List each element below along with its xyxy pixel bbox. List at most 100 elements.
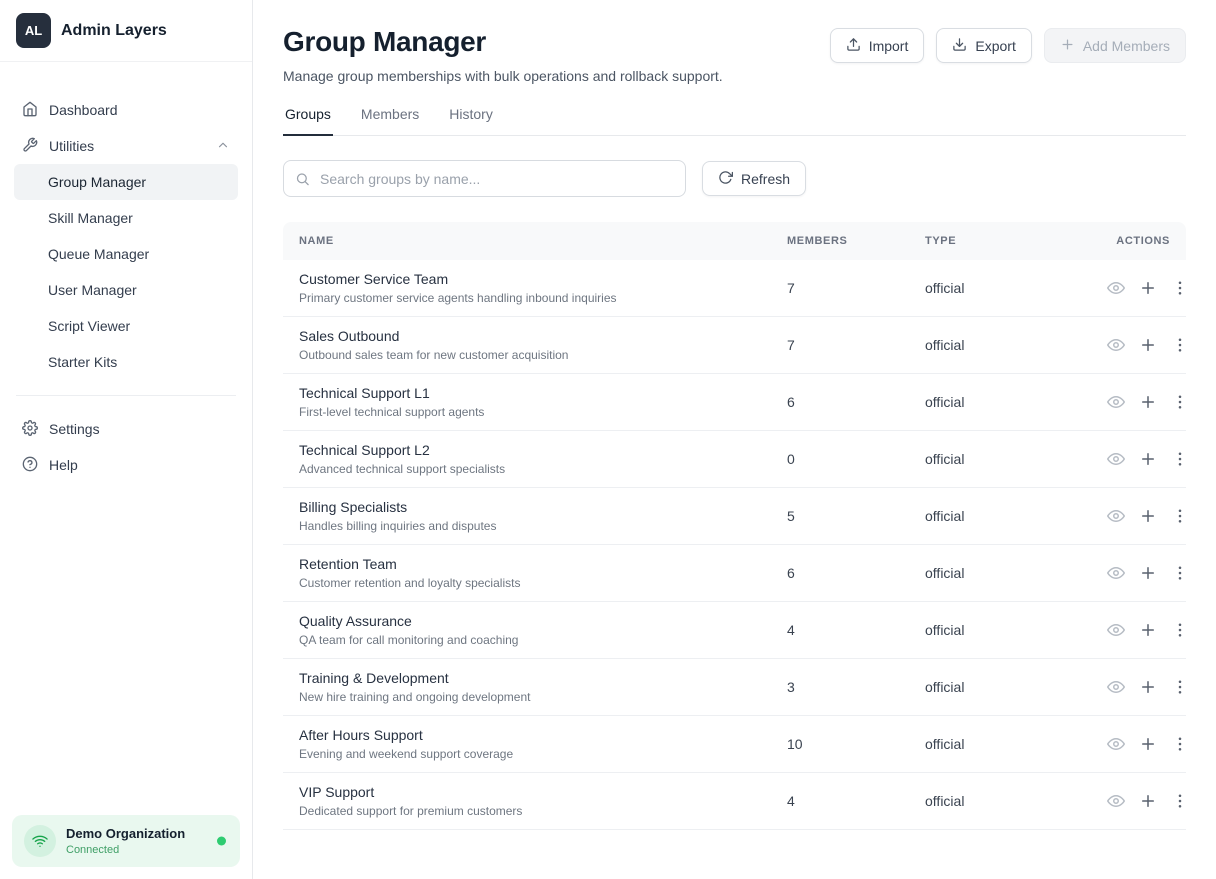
search-input[interactable]: [283, 160, 686, 197]
plus-icon[interactable]: [1139, 279, 1157, 297]
group-name: Billing Specialists: [299, 499, 787, 515]
sidebar-item-skill-manager[interactable]: Skill Manager: [14, 200, 238, 236]
group-name-cell: VIP Support Dedicated support for premiu…: [283, 784, 787, 818]
eye-icon[interactable]: [1107, 279, 1125, 297]
eye-icon[interactable]: [1107, 621, 1125, 639]
import-button[interactable]: Import: [830, 28, 925, 63]
column-header-type: Type: [925, 235, 1107, 247]
kebab-menu-icon[interactable]: [1171, 621, 1189, 639]
group-description: New hire training and ongoing developmen…: [299, 690, 787, 704]
table-row: Technical Support L1 First-level technic…: [283, 374, 1186, 431]
group-actions: [1107, 735, 1201, 753]
wifi-icon: [24, 825, 56, 857]
sidebar-item-starter-kits[interactable]: Starter Kits: [14, 344, 238, 380]
organization-status: Connected: [66, 844, 185, 856]
sidebar-item-queue-manager[interactable]: Queue Manager: [14, 236, 238, 272]
group-actions: [1107, 450, 1201, 468]
page-header: Group Manager Manage group memberships w…: [283, 26, 1186, 84]
sidebar-item-utilities[interactable]: Utilities: [12, 128, 240, 164]
sidebar-header: AL Admin Layers: [0, 0, 252, 62]
page-title: Group Manager: [283, 26, 723, 58]
group-description: Evening and weekend support coverage: [299, 747, 787, 761]
eye-icon[interactable]: [1107, 678, 1125, 696]
sidebar-item-script-viewer[interactable]: Script Viewer: [14, 308, 238, 344]
kebab-menu-icon[interactable]: [1171, 735, 1189, 753]
import-button-label: Import: [869, 38, 909, 54]
sidebar-divider: [16, 395, 236, 396]
export-button[interactable]: Export: [936, 28, 1031, 63]
group-description: Dedicated support for premium customers: [299, 804, 787, 818]
plus-icon[interactable]: [1139, 792, 1157, 810]
group-description: Primary customer service agents handling…: [299, 291, 787, 305]
kebab-menu-icon[interactable]: [1171, 336, 1189, 354]
kebab-menu-icon[interactable]: [1171, 564, 1189, 582]
sidebar-item-group-manager[interactable]: Group Manager: [14, 164, 238, 200]
plus-icon[interactable]: [1139, 678, 1157, 696]
group-type: official: [925, 451, 1107, 467]
group-name-cell: After Hours Support Evening and weekend …: [283, 727, 787, 761]
group-type: official: [925, 508, 1107, 524]
eye-icon[interactable]: [1107, 450, 1125, 468]
eye-icon[interactable]: [1107, 336, 1125, 354]
group-name-cell: Technical Support L1 First-level technic…: [283, 385, 787, 419]
eye-icon[interactable]: [1107, 393, 1125, 411]
plus-icon[interactable]: [1139, 621, 1157, 639]
tab-members[interactable]: Members: [359, 100, 421, 135]
group-description: QA team for call monitoring and coaching: [299, 633, 787, 647]
group-name-cell: Sales Outbound Outbound sales team for n…: [283, 328, 787, 362]
kebab-menu-icon[interactable]: [1171, 792, 1189, 810]
plus-icon[interactable]: [1139, 393, 1157, 411]
status-dot: [217, 837, 226, 846]
refresh-button[interactable]: Refresh: [702, 161, 806, 196]
kebab-menu-icon[interactable]: [1171, 678, 1189, 696]
eye-icon[interactable]: [1107, 564, 1125, 582]
group-type: official: [925, 337, 1107, 353]
kebab-menu-icon[interactable]: [1171, 279, 1189, 297]
plus-icon[interactable]: [1139, 450, 1157, 468]
sidebar-item-label: Settings: [49, 421, 100, 437]
toolbar: Refresh: [283, 160, 1186, 197]
tabs: Groups Members History: [283, 100, 1186, 136]
page-heading: Group Manager Manage group memberships w…: [283, 26, 723, 84]
search-box: [283, 160, 686, 197]
group-actions: [1107, 279, 1201, 297]
group-members-count: 7: [787, 337, 925, 353]
eye-icon[interactable]: [1107, 792, 1125, 810]
group-name-cell: Technical Support L2 Advanced technical …: [283, 442, 787, 476]
sidebar-item-dashboard[interactable]: Dashboard: [12, 92, 240, 128]
home-icon: [22, 101, 38, 120]
tab-groups[interactable]: Groups: [283, 100, 333, 136]
add-members-button[interactable]: Add Members: [1044, 28, 1186, 63]
sidebar-item-user-manager[interactable]: User Manager: [14, 272, 238, 308]
plus-icon[interactable]: [1139, 507, 1157, 525]
eye-icon[interactable]: [1107, 507, 1125, 525]
utilities-subnav: Group ManagerSkill ManagerQueue ManagerU…: [0, 164, 252, 380]
organization-card[interactable]: Demo Organization Connected: [12, 815, 240, 867]
plus-icon[interactable]: [1139, 735, 1157, 753]
sidebar-item-settings[interactable]: Settings: [12, 411, 240, 447]
eye-icon[interactable]: [1107, 735, 1125, 753]
group-actions: [1107, 678, 1201, 696]
kebab-menu-icon[interactable]: [1171, 450, 1189, 468]
tab-history[interactable]: History: [447, 100, 495, 135]
group-type: official: [925, 679, 1107, 695]
group-type: official: [925, 622, 1107, 638]
header-actions: Import Export Add Members: [830, 28, 1186, 63]
organization-info: Demo Organization Connected: [66, 826, 185, 856]
sidebar-item-label: Dashboard: [49, 102, 118, 118]
plus-icon[interactable]: [1139, 564, 1157, 582]
table-row: After Hours Support Evening and weekend …: [283, 716, 1186, 773]
wrench-icon: [22, 137, 38, 156]
organization-name: Demo Organization: [66, 826, 185, 841]
sidebar-item-help[interactable]: Help: [12, 447, 240, 483]
kebab-menu-icon[interactable]: [1171, 393, 1189, 411]
table-row: Customer Service Team Primary customer s…: [283, 260, 1186, 317]
group-name: Retention Team: [299, 556, 787, 572]
group-members-count: 4: [787, 622, 925, 638]
group-actions: [1107, 564, 1201, 582]
chevron-up-icon: [216, 138, 230, 155]
group-name: Customer Service Team: [299, 271, 787, 287]
plus-icon[interactable]: [1139, 336, 1157, 354]
kebab-menu-icon[interactable]: [1171, 507, 1189, 525]
sidebar-item-label: Utilities: [49, 138, 94, 154]
